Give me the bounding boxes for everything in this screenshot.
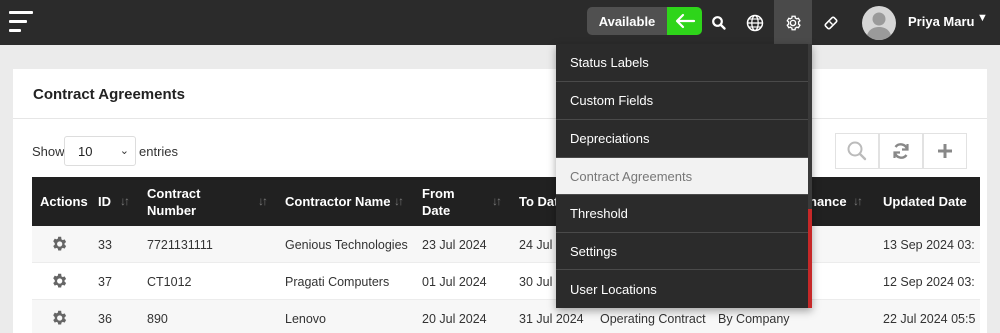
user-name[interactable]: Priya Maru [908, 14, 974, 29]
status-button[interactable]: Available [587, 7, 667, 35]
cell-updated-date: 13 Sep 2024 03: [883, 237, 975, 252]
status-toggle[interactable]: Available [587, 7, 702, 35]
cell-from-date: 20 Jul 2024 [422, 311, 487, 326]
entries-select[interactable]: 10 ⌄ [64, 136, 136, 166]
menu-item-contract-agreements[interactable]: Contract Agreements [556, 157, 808, 194]
sort-icon[interactable]: ↓↑ [394, 194, 404, 208]
cell-id: 33 [98, 237, 112, 252]
sort-icon[interactable]: ↓↑ [492, 194, 502, 208]
menu-item-user-locations[interactable]: User Locations [556, 269, 808, 308]
column-header-contract-number[interactable]: Contract Number [147, 177, 217, 226]
cell-contractor-name: Genious Technologies [285, 237, 408, 252]
entries-label: entries [139, 144, 179, 159]
sort-icon[interactable]: ↓↑ [258, 194, 268, 208]
cell-id: 37 [98, 274, 112, 289]
search-button[interactable] [835, 133, 879, 169]
cell-contract-number: 890 [147, 311, 168, 326]
cell-contractor-name: Pragati Computers [285, 274, 390, 289]
cell-from-date: 01 Jul 2024 [422, 274, 487, 289]
caret-down-icon[interactable]: ▼ [977, 12, 988, 24]
cell-updated-date: 12 Sep 2024 03: [883, 274, 975, 289]
settings-dropdown-menu: Status Labels Custom Fields Depreciation… [556, 44, 812, 308]
plus-icon [938, 144, 952, 158]
refresh-button[interactable] [879, 133, 923, 169]
cell-contractor-name: Lenovo [285, 311, 327, 326]
table-header: Actions ID ↓↑ Contract Number ↓↑ Contrac… [32, 177, 980, 226]
refresh-icon [893, 143, 909, 159]
column-header-actions: Actions [40, 194, 88, 209]
menu-item-status-labels[interactable]: Status Labels [556, 44, 808, 81]
menu-item-threshold[interactable]: Threshold [556, 194, 808, 231]
avatar[interactable] [862, 6, 896, 40]
menu-item-custom-fields[interactable]: Custom Fields [556, 81, 808, 118]
show-label: Show [32, 144, 65, 159]
search-icon[interactable] [700, 0, 738, 45]
gear-icon[interactable] [774, 0, 812, 45]
cell-id: 36 [98, 311, 112, 326]
top-bar: Available Priya Maru ▼ [0, 0, 1000, 45]
column-header-from-date[interactable]: From Date [422, 177, 462, 226]
column-header-maintenance[interactable]: nance [809, 177, 847, 226]
gear-icon[interactable] [50, 235, 68, 253]
arrow-left-icon[interactable] [667, 7, 702, 35]
hamburger-icon[interactable] [9, 10, 33, 34]
wand-icon[interactable] [812, 0, 850, 45]
table-row: 37 CT1012 Pragati Computers 01 Jul 2024 … [32, 263, 980, 300]
gear-icon[interactable] [50, 309, 68, 327]
sort-icon[interactable]: ↓↑ [120, 194, 130, 208]
cell-updated-date: 22 Jul 2024 05:5 [883, 311, 976, 326]
add-button[interactable] [923, 133, 967, 169]
search-icon [847, 141, 867, 161]
table-row: 36 890 Lenovo 20 Jul 2024 31 Jul 2024 Op… [32, 300, 980, 333]
column-header-id[interactable]: ID [98, 177, 111, 226]
entries-value: 10 [78, 143, 93, 159]
contract-agreements-card: Contract Agreements Show 10 ⌄ entries Ac… [13, 69, 987, 333]
menu-item-depreciations[interactable]: Depreciations [556, 119, 808, 156]
gear-icon[interactable] [50, 272, 68, 290]
sort-icon[interactable]: ↓↑ [853, 194, 863, 208]
cell-contract-number: 7721131111 [147, 237, 213, 252]
table-row: 33 7721131111 Genious Technologies 23 Ju… [32, 226, 980, 263]
cell-contract-number: CT1012 [147, 274, 192, 289]
chevron-down-icon: ⌄ [119, 145, 129, 157]
column-header-updated-date[interactable]: Updated Date [883, 177, 967, 226]
cell-from-date: 23 Jul 2024 [422, 237, 487, 252]
menu-scrollbar-thumb[interactable] [808, 209, 812, 308]
menu-item-settings[interactable]: Settings [556, 232, 808, 269]
divider [13, 118, 987, 119]
column-header-contractor-name[interactable]: Contractor Name [285, 177, 390, 226]
globe-icon[interactable] [736, 0, 774, 45]
page-title: Contract Agreements [33, 86, 185, 103]
